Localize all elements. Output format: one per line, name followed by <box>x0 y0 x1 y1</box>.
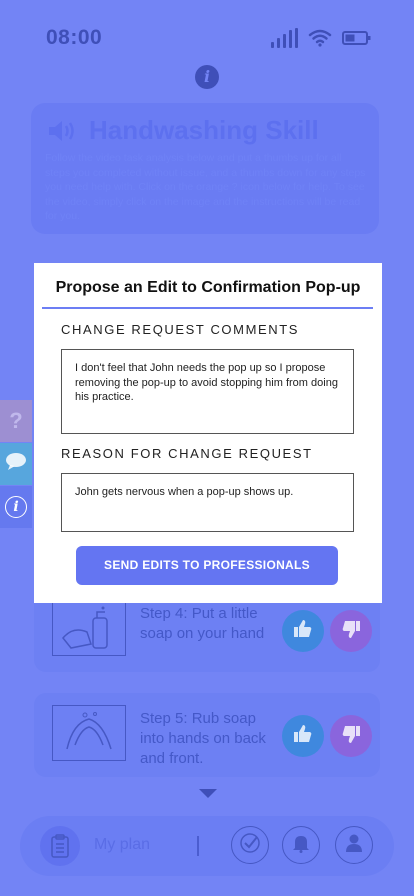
clipboard-icon[interactable] <box>40 826 80 866</box>
speaker-icon[interactable] <box>47 118 79 144</box>
info-icon[interactable]: i <box>195 65 219 89</box>
chevron-down-icon[interactable] <box>199 789 217 798</box>
propose-edit-modal: Propose an Edit to Confirmation Pop-up C… <box>34 263 382 603</box>
comments-label: CHANGE REQUEST COMMENTS <box>61 322 300 337</box>
skill-title-row: Handwashing Skill <box>47 115 319 146</box>
notifications-nav-button[interactable] <box>282 826 320 864</box>
thumbs-down-icon <box>341 619 361 644</box>
chat-tab[interactable] <box>0 443 32 485</box>
thumbs-down-icon <box>341 724 361 749</box>
info-circle-icon: i <box>5 496 27 518</box>
bottom-nav: My plan <box>20 816 394 876</box>
profile-nav-button[interactable] <box>335 826 373 864</box>
modal-title: Propose an Edit to Confirmation Pop-up <box>55 279 361 296</box>
rubbing-hands-image[interactable] <box>52 705 126 761</box>
comments-textarea[interactable]: I don't feel that John needs the pop up … <box>61 349 354 434</box>
my-plan-link[interactable]: My plan <box>94 836 150 854</box>
reason-textarea[interactable]: John gets nervous when a pop-up shows up… <box>61 473 354 532</box>
thumbs-down-button[interactable] <box>330 610 372 652</box>
checkmark-nav-button[interactable] <box>231 826 269 864</box>
skill-header-card: Handwashing Skill Follow the video task … <box>31 103 379 234</box>
thumbs-down-button[interactable] <box>330 715 372 757</box>
step-text: Step 5: Rub soap into hands on back and … <box>140 710 266 767</box>
info-tab[interactable]: i <box>0 486 32 528</box>
thumbs-up-button[interactable] <box>282 715 324 757</box>
status-icons <box>271 28 372 48</box>
checkmark-icon <box>239 832 261 859</box>
chat-bubble-icon <box>4 451 28 477</box>
thumbs-up-icon <box>293 724 313 749</box>
skill-instructions: Follow the video task analysis below and… <box>45 152 366 222</box>
nav-divider <box>197 836 199 856</box>
battery-icon <box>342 30 372 46</box>
reason-label: REASON FOR CHANGE REQUEST <box>61 446 313 461</box>
app-screen: 08:00 i Handwashing Skill Follow the vid… <box>0 0 414 896</box>
thumbs-up-icon <box>293 619 313 644</box>
user-icon <box>345 833 363 858</box>
skill-title: Handwashing Skill <box>89 115 319 145</box>
thumbs-up-button[interactable] <box>282 610 324 652</box>
title-divider <box>42 307 373 309</box>
help-tab[interactable]: ? <box>0 400 32 442</box>
step-card-5: Step 5: Rub soap into hands on back and … <box>34 693 380 777</box>
bell-icon <box>292 833 310 858</box>
wifi-icon <box>308 29 332 47</box>
send-edits-button[interactable]: SEND EDITS TO PROFESSIONALS <box>76 546 338 585</box>
signal-icon <box>271 28 298 48</box>
step-text: Step 4: Put a little soap on your hand <box>140 605 265 642</box>
soap-dispenser-image[interactable] <box>52 600 126 656</box>
status-time: 08:00 <box>46 26 103 49</box>
